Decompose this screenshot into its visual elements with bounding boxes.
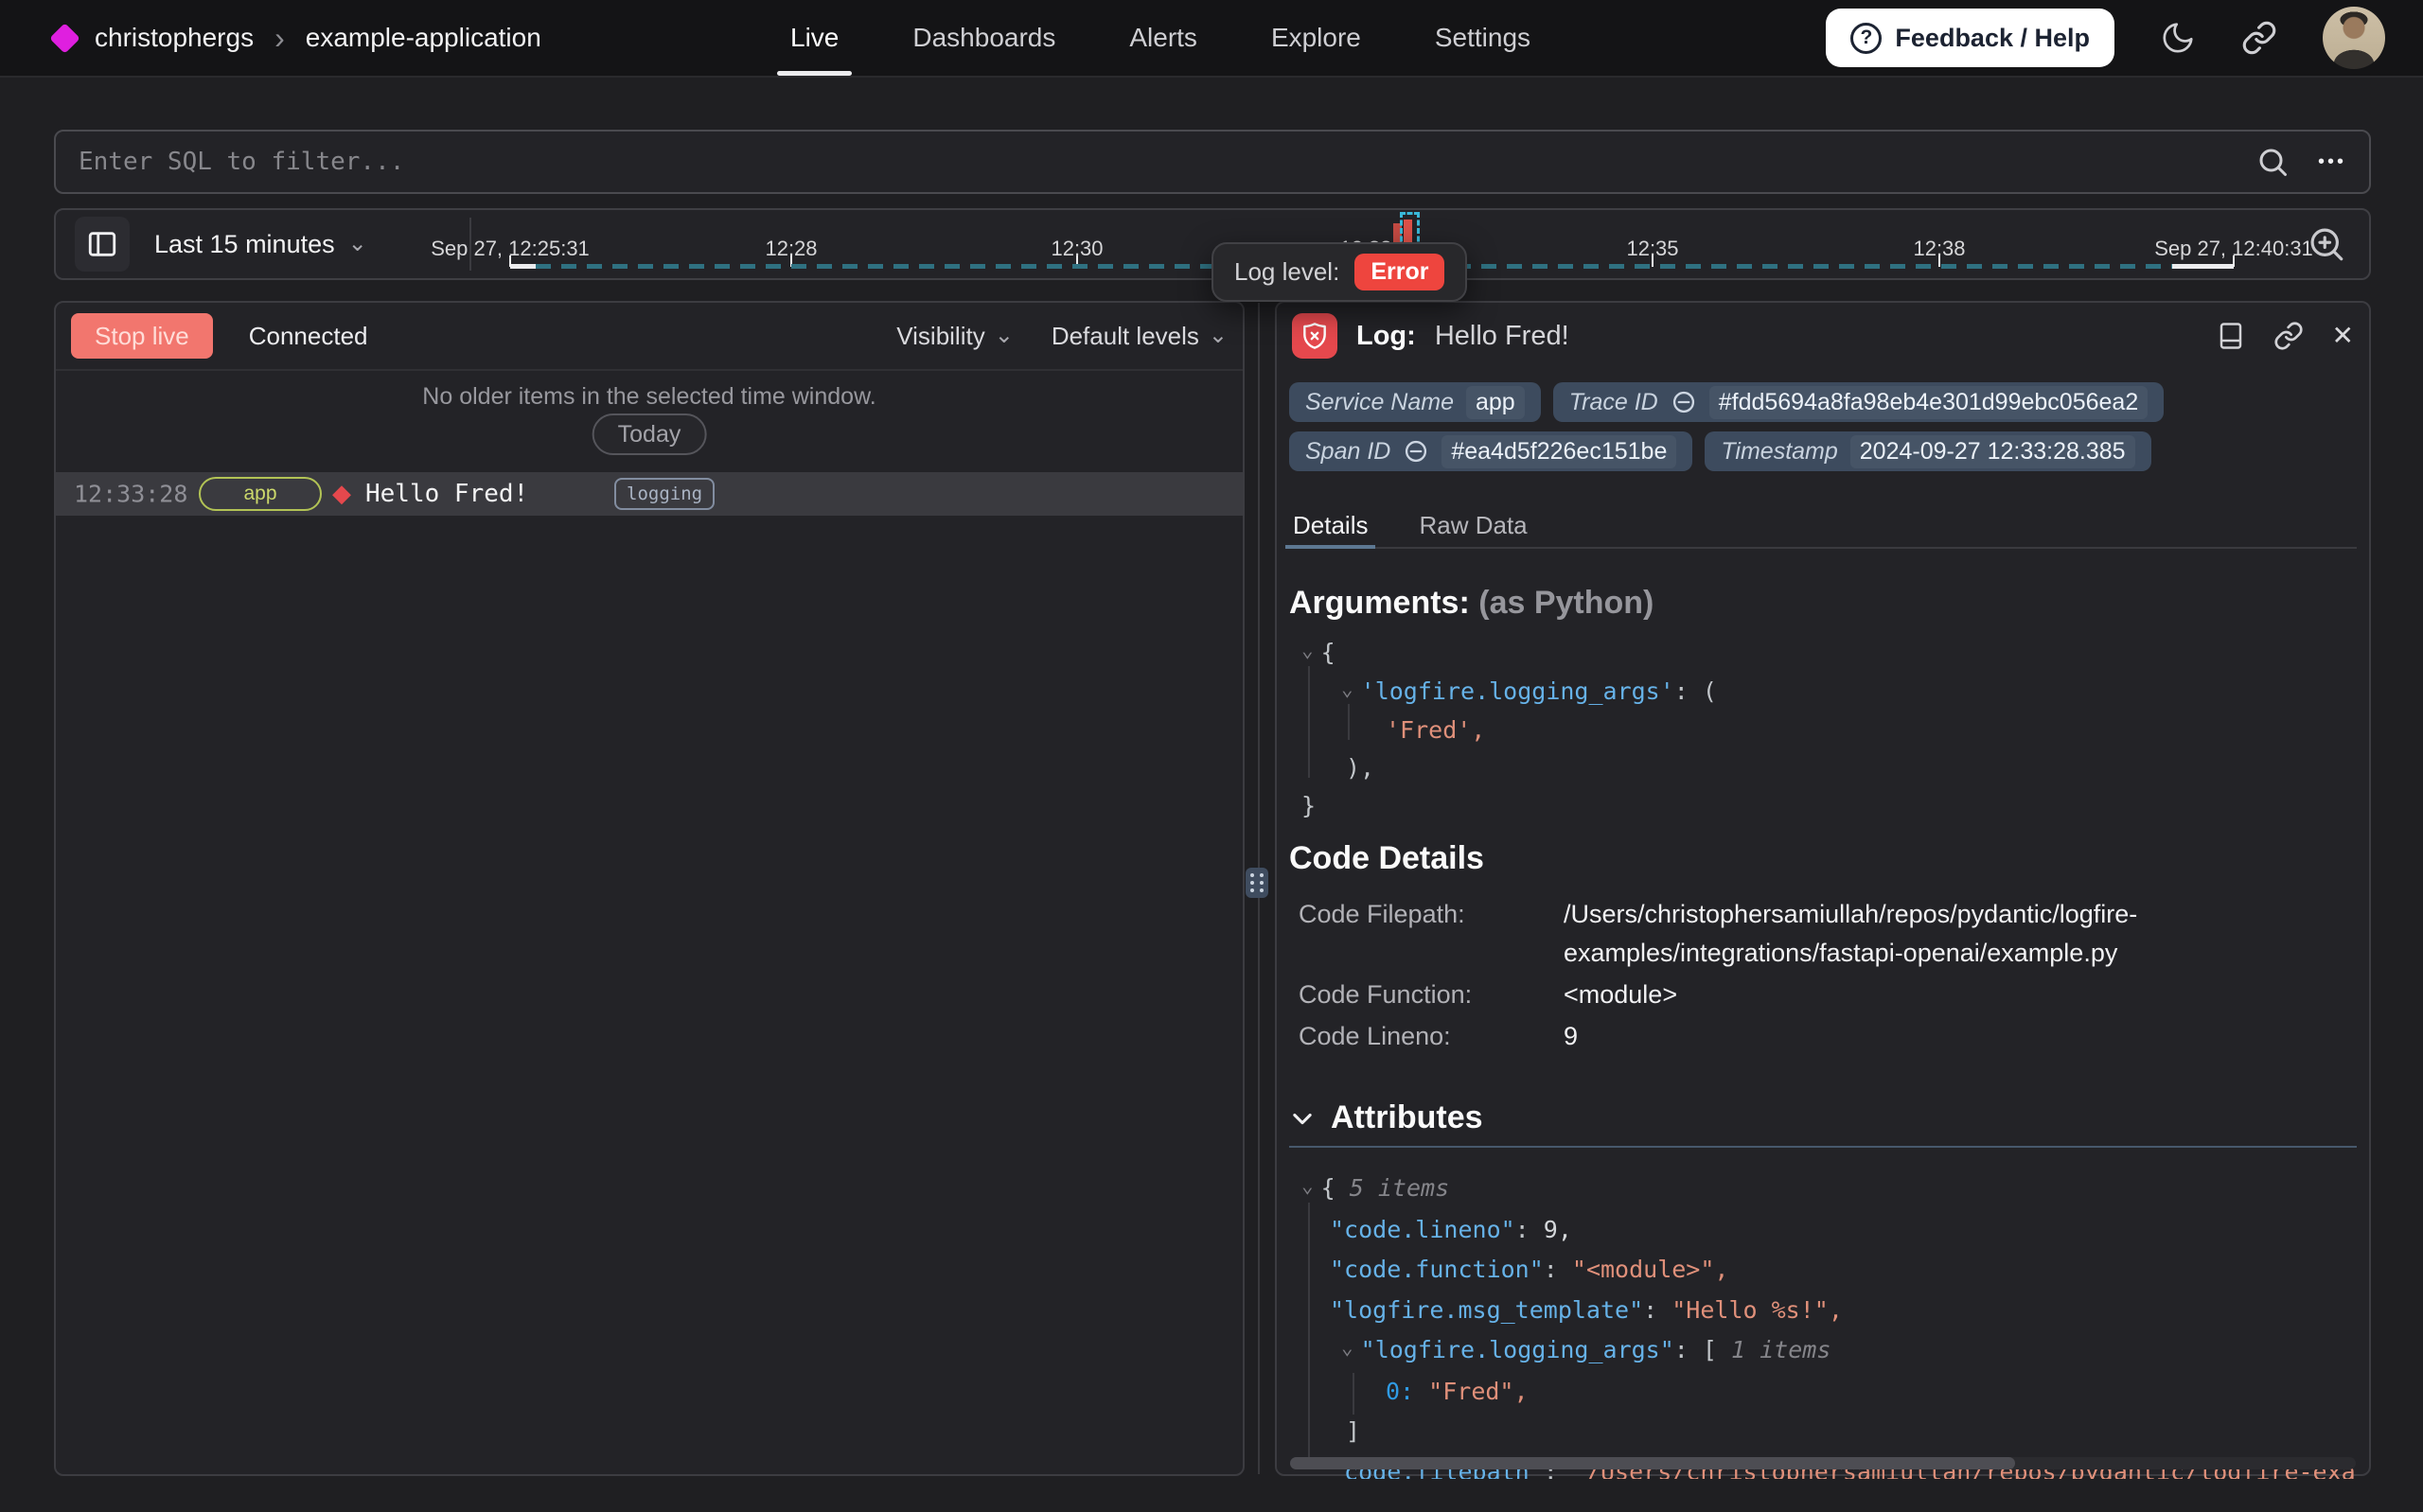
service-name-badge[interactable]: Service Name app: [1289, 382, 1541, 422]
user-avatar[interactable]: [2323, 7, 2385, 69]
tab-explore[interactable]: Explore: [1271, 0, 1361, 76]
search-icon[interactable]: [2255, 145, 2290, 179]
arguments-code-block: ⌄{ ⌄'logfire.logging_args': ( 'Fred', ),…: [1301, 634, 2356, 825]
logger-tag: logging: [614, 478, 715, 510]
feedback-help-button[interactable]: ? Feedback / Help: [1826, 9, 2114, 67]
logfire-app: christophergs › example-application Live…: [0, 0, 2423, 1512]
detail-header: Log: Hello Fred! ✕: [1292, 307, 2354, 365]
attributes-json-block: ⌄{ 5 items "code.lineno": 9, "code.funct…: [1301, 1169, 2356, 1479]
code-details-table: Code Filepath: /Users/christophersamiull…: [1299, 895, 2352, 1059]
tab-raw-data[interactable]: Raw Data: [1415, 511, 1530, 547]
collapse-caret-icon[interactable]: ⌄: [1341, 670, 1353, 708]
default-levels-dropdown[interactable]: Default levels ⌄: [1052, 322, 1228, 351]
divider: [1289, 1146, 2357, 1148]
close-icon[interactable]: ✕: [2332, 323, 2354, 349]
service-badge: app: [199, 477, 322, 511]
code-details-heading: Code Details: [1289, 840, 1484, 877]
log-detail-panel: Log: Hello Fred! ✕ Service Name app Tra: [1275, 301, 2371, 1476]
top-nav: christophergs › example-application Live…: [0, 0, 2423, 78]
question-icon: ?: [1850, 23, 1882, 54]
live-logs-panel: Stop live Connected Visibility ⌄ Default…: [54, 301, 1245, 1476]
log-time: 12:33:28: [74, 481, 187, 508]
error-level-badge: Error: [1354, 254, 1444, 290]
collapse-caret-icon[interactable]: ⌄: [1341, 1327, 1353, 1368]
log-level-tooltip: Log level: Error: [1212, 242, 1467, 302]
detail-title: Hello Fred!: [1435, 321, 1569, 352]
sql-filter-bar: •••: [54, 130, 2371, 194]
panel-resize-handle[interactable]: [1246, 868, 1268, 898]
link-icon: [1671, 389, 1697, 415]
copy-link-icon[interactable]: [2273, 321, 2304, 351]
chevron-down-icon: ⌄: [995, 325, 1014, 347]
detail-badges: Service Name app Trace ID #fdd5694a8fa98…: [1289, 382, 2164, 471]
live-panel-header: Stop live Connected Visibility ⌄ Default…: [56, 303, 1243, 371]
tab-settings[interactable]: Settings: [1435, 0, 1530, 76]
span-id-badge[interactable]: Span ID #ea4d5f226ec151be: [1289, 431, 1692, 471]
connection-status: Connected: [249, 322, 368, 351]
share-link-icon[interactable]: [2241, 20, 2277, 56]
collapse-caret-icon[interactable]: ⌄: [1301, 631, 1314, 669]
tooltip-label: Log level:: [1234, 257, 1339, 287]
breadcrumb-project[interactable]: example-application: [306, 23, 541, 53]
today-button[interactable]: Today: [592, 413, 707, 455]
link-icon: [1403, 438, 1429, 465]
log-message: Hello Fred!: [365, 480, 528, 508]
breadcrumb-org[interactable]: christophergs: [95, 23, 254, 53]
code-function-row: Code Function: <module>: [1299, 976, 2352, 1014]
chevron-down-icon: [1289, 1105, 1316, 1132]
detail-kind: Log:: [1356, 321, 1416, 352]
tab-dashboards[interactable]: Dashboards: [912, 0, 1055, 76]
breadcrumb: christophergs › example-application: [54, 0, 541, 76]
sql-filter-input[interactable]: [79, 148, 2227, 176]
dock-panel-icon[interactable]: [2217, 320, 2245, 352]
chevron-right-icon: ›: [273, 23, 287, 53]
empty-window-message: No older items in the selected time wind…: [56, 383, 1243, 411]
chevron-down-icon: ⌄: [1209, 325, 1228, 347]
timeline-start-cap: [510, 264, 536, 269]
visibility-dropdown[interactable]: Visibility ⌄: [896, 322, 1014, 351]
timestamp-badge[interactable]: Timestamp 2024-09-27 12:33:28.385: [1705, 431, 2150, 471]
error-diamond-icon: ◆: [332, 479, 351, 508]
detail-tabs: Details Raw Data: [1289, 511, 2357, 549]
collapse-caret-icon[interactable]: ⌄: [1301, 1169, 1314, 1206]
nav-actions: ? Feedback / Help: [1826, 0, 2385, 76]
nav-tabs: Live Dashboards Alerts Explore Settings: [790, 0, 1530, 76]
code-filepath-row: Code Filepath: /Users/christophersamiull…: [1299, 895, 2352, 973]
timeline-end-cap: [2172, 264, 2234, 269]
arguments-heading: Arguments: (as Python): [1289, 585, 1654, 622]
stop-live-button[interactable]: Stop live: [71, 313, 213, 359]
tab-alerts[interactable]: Alerts: [1129, 0, 1197, 76]
theme-toggle-moon-icon[interactable]: [2160, 20, 2196, 56]
tab-live[interactable]: Live: [790, 0, 839, 76]
attributes-heading[interactable]: Attributes: [1289, 1099, 1483, 1136]
tab-details[interactable]: Details: [1289, 511, 1371, 547]
log-row[interactable]: 12:33:28 app ◆ Hello Fred! logging: [56, 472, 1243, 516]
code-lineno-row: Code Lineno: 9: [1299, 1017, 2352, 1056]
zoom-in-icon[interactable]: [2307, 224, 2346, 264]
more-options-icon[interactable]: •••: [2318, 151, 2346, 173]
error-shield-icon: [1292, 313, 1337, 359]
trace-id-badge[interactable]: Trace ID #fdd5694a8fa98eb4e301d99ebc056e…: [1553, 382, 2165, 422]
logfire-logo-icon[interactable]: [49, 23, 80, 54]
horizontal-scrollbar[interactable]: [1290, 1457, 2356, 1469]
